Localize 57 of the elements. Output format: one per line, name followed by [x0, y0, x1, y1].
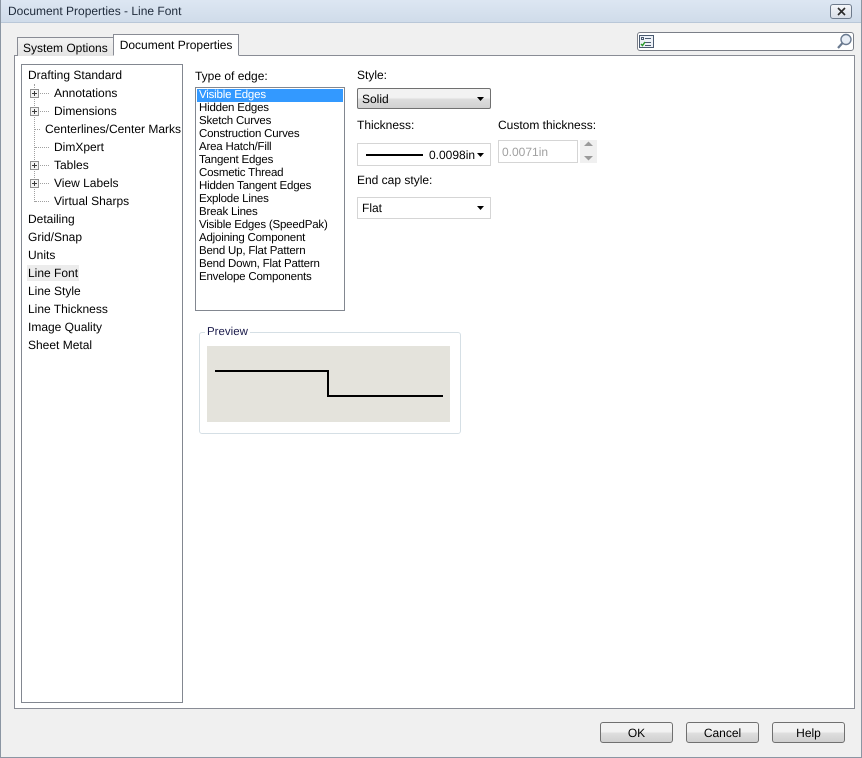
tree-item[interactable]: Drafting Standard	[27, 67, 124, 83]
caret-icon	[477, 152, 484, 156]
close-icon	[836, 6, 846, 16]
edge-type-label: Type of edge:	[195, 69, 269, 85]
tab[interactable]: System Options	[17, 37, 114, 56]
list-item[interactable]: Hidden Edges	[197, 102, 343, 115]
custom-thickness-label: Custom thickness:	[498, 119, 597, 132]
tree-item[interactable]: Line Style	[27, 283, 82, 299]
dialog-button[interactable]: OK	[600, 722, 673, 743]
tree-item[interactable]: Virtual Sharps	[53, 193, 130, 209]
expand-icon[interactable]	[30, 178, 39, 188]
list-item[interactable]: Sketch Curves	[197, 115, 343, 128]
list-item[interactable]: Bend Up, Flat Pattern	[197, 245, 343, 258]
tree-item[interactable]: Centerlines/Center Marks	[44, 121, 182, 137]
list-item[interactable]: Visible Edges (SpeedPak)	[197, 219, 343, 232]
end-cap-label: End cap style:	[357, 174, 434, 187]
dialog-button[interactable]: Help	[772, 722, 845, 743]
tree-item[interactable]: DimXpert	[53, 139, 106, 155]
list-item[interactable]: Adjoining Component	[197, 232, 343, 245]
tree-item[interactable]: Image Quality	[27, 319, 104, 335]
style-label: Style:	[357, 69, 388, 82]
tree-item[interactable]: Sheet Metal	[27, 337, 94, 353]
list-item[interactable]: Hidden Tangent Edges	[197, 180, 343, 193]
thickness-dropdown[interactable]: 0.0098in	[357, 143, 491, 166]
tree-item[interactable]: View Labels	[53, 175, 120, 191]
list-item[interactable]: Break Lines	[197, 206, 343, 219]
expand-icon[interactable]	[30, 160, 39, 170]
caret-icon	[477, 96, 484, 100]
expand-icon[interactable]	[30, 106, 39, 116]
tab[interactable]: Document Properties	[112, 34, 240, 56]
line-sample-icon	[366, 154, 423, 156]
close-button[interactable]	[830, 4, 852, 18]
end-cap-dropdown[interactable]: Flat	[357, 197, 491, 219]
caret-icon	[477, 206, 484, 210]
list-item[interactable]: Explode Lines	[197, 193, 343, 206]
list-item[interactable]: Tangent Edges	[197, 154, 343, 167]
tree-item[interactable]: Line Font	[27, 265, 80, 281]
list-item[interactable]: Area Hatch/Fill	[197, 141, 343, 154]
search-field[interactable]	[637, 32, 854, 51]
tree-item[interactable]: Detailing	[27, 211, 76, 227]
list-item[interactable]: Construction Curves	[197, 128, 343, 141]
tree-item[interactable]: Line Thickness	[27, 301, 109, 317]
list-item[interactable]: Bend Down, Flat Pattern	[197, 258, 343, 271]
window-title: Document Properties - Line Font	[8, 4, 182, 18]
tree-item[interactable]: Units	[27, 247, 56, 263]
tree-item[interactable]: Dimensions	[53, 103, 118, 119]
expand-icon[interactable]	[30, 88, 39, 98]
tree-item[interactable]: Tables	[53, 157, 90, 173]
list-item[interactable]: Cosmetic Thread	[197, 167, 343, 180]
thickness-label: Thickness:	[357, 119, 416, 132]
dialog-button[interactable]: Cancel	[686, 722, 759, 743]
list-item[interactable]: Envelope Components	[197, 271, 343, 284]
style-dropdown[interactable]: Solid	[357, 88, 491, 109]
tree-item[interactable]: Grid/Snap	[27, 229, 84, 245]
checklist-icon	[638, 34, 655, 49]
search-icon[interactable]	[836, 33, 853, 50]
tree-item[interactable]: Annotations	[53, 85, 118, 101]
